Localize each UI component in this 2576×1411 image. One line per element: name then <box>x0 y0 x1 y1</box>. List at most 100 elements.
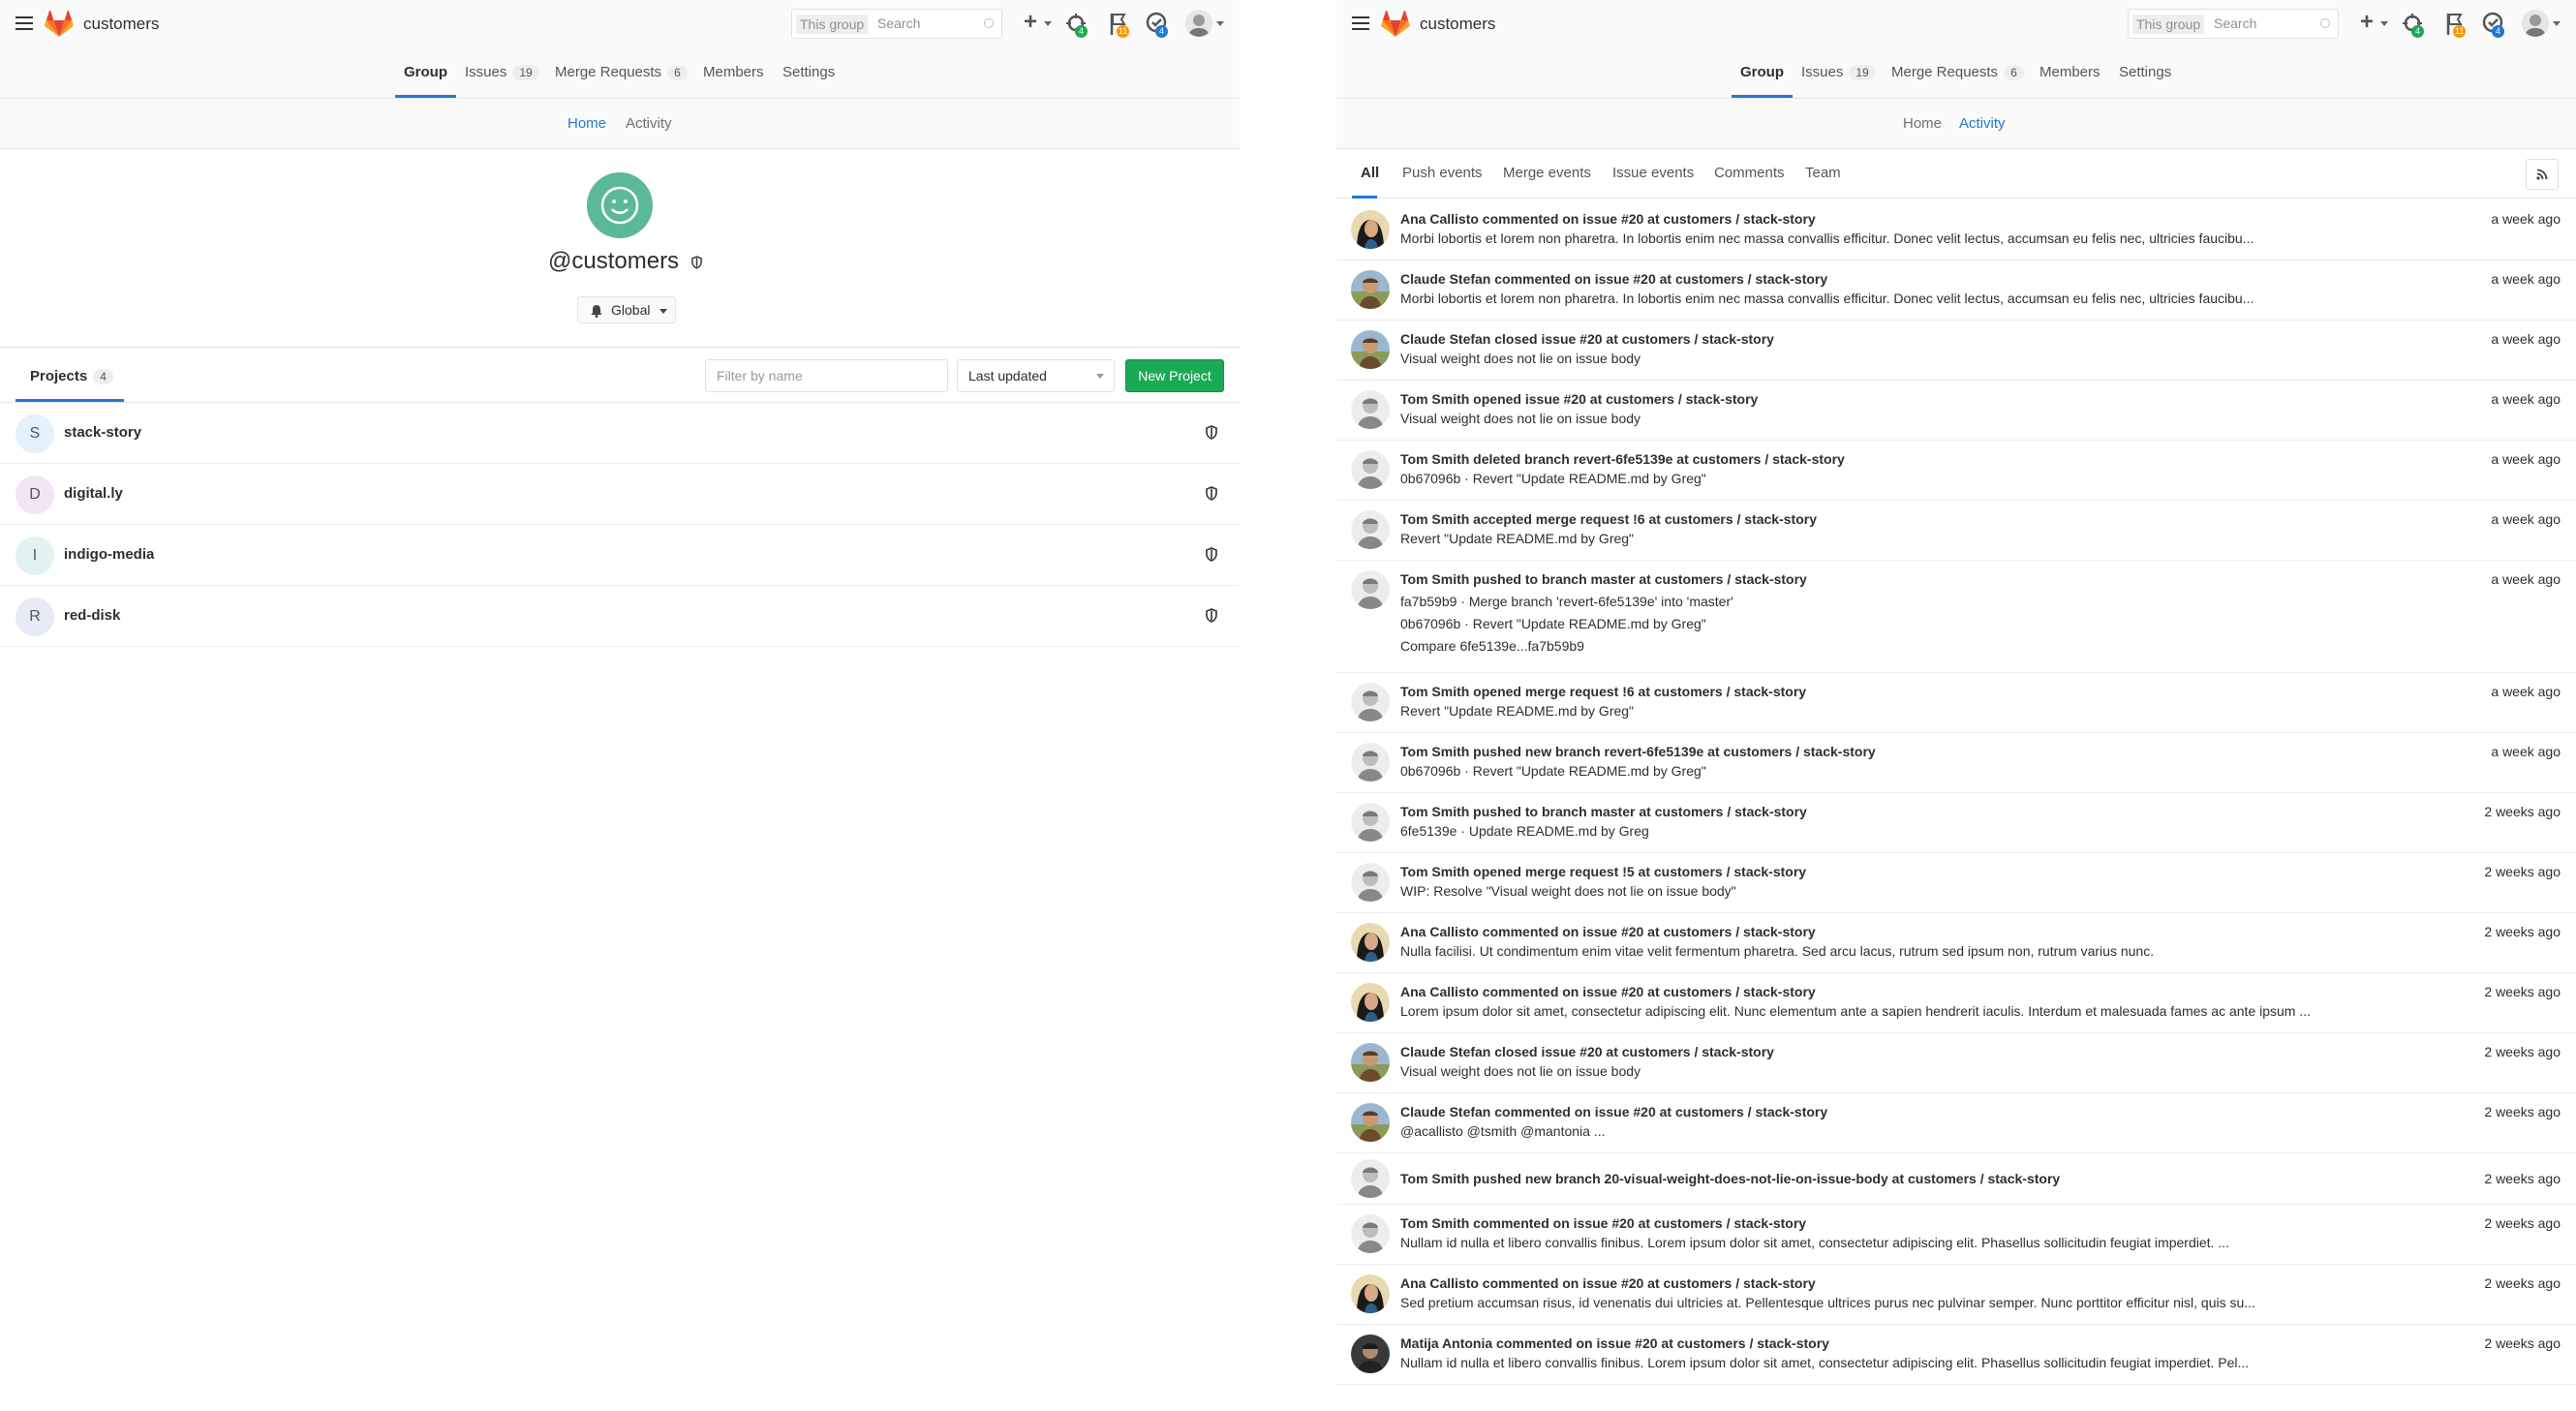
menu-icon[interactable] <box>15 16 33 32</box>
filter-tab-all[interactable]: All <box>1361 165 1379 181</box>
author-avatar[interactable] <box>1351 743 1390 782</box>
tab-settings[interactable]: Settings <box>2119 64 2171 80</box>
project-row[interactable]: S stack-story <box>0 403 1240 464</box>
author-avatar[interactable] <box>1351 210 1390 249</box>
tab-settings[interactable]: Settings <box>782 64 835 80</box>
event-detail[interactable]: WIP: Resolve "Visual weight does not lie… <box>1400 883 1736 899</box>
tab-group[interactable]: Group <box>1740 64 1784 80</box>
tab-merge-requests[interactable]: Merge Requests 6 <box>555 64 688 80</box>
event-title[interactable]: Tom Smith pushed to branch master at cus… <box>1400 571 1807 587</box>
author-avatar[interactable] <box>1351 923 1390 962</box>
event-detail[interactable]: 6fe5139e · Update README.md by Greg <box>1400 823 1649 839</box>
event-title[interactable]: Tom Smith opened merge request !6 at cus… <box>1400 684 1806 699</box>
app-title[interactable]: customers <box>1420 15 1495 34</box>
search-input[interactable]: This group Search <box>2128 9 2339 39</box>
event-title[interactable]: Tom Smith accepted merge request !6 at c… <box>1400 511 1817 527</box>
event-detail[interactable]: Nullam id nulla et libero convallis fini… <box>1400 1235 2229 1250</box>
rss-feed-button[interactable] <box>2526 159 2559 190</box>
event-detail[interactable]: 0b67096b · Revert "Update README.md by G… <box>1400 763 1706 779</box>
menu-icon[interactable] <box>1352 16 1369 32</box>
event-detail[interactable]: Visual weight does not lie on issue body <box>1400 411 1641 426</box>
event-title[interactable]: Tom Smith opened issue #20 at customers … <box>1400 391 1758 407</box>
event-detail[interactable]: Revert "Update README.md by Greg" <box>1400 703 1634 719</box>
user-avatar[interactable] <box>1185 10 1212 37</box>
tab-members[interactable]: Members <box>2039 64 2101 80</box>
search-input[interactable]: This group Search <box>791 9 1002 39</box>
event-detail[interactable]: Morbi lobortis et lorem non pharetra. In… <box>1400 230 2254 246</box>
filter-tab-merge-events[interactable]: Merge events <box>1503 165 1591 181</box>
filter-tab-team[interactable]: Team <box>1805 165 1841 181</box>
filter-tab-comments[interactable]: Comments <box>1714 165 1785 181</box>
author-avatar[interactable] <box>1351 510 1390 549</box>
event-detail[interactable]: 0b67096b · Revert "Update README.md by G… <box>1400 616 1706 631</box>
event-title[interactable]: Ana Callisto commented on issue #20 at c… <box>1400 924 1816 939</box>
subtab-activity[interactable]: Activity <box>626 115 672 132</box>
event-title[interactable]: Tom Smith deleted branch revert-6fe5139e… <box>1400 451 1845 467</box>
author-avatar[interactable] <box>1351 983 1390 1022</box>
subtab-activity[interactable]: Activity <box>1959 115 2006 132</box>
gitlab-logo-icon[interactable] <box>45 11 74 38</box>
user-menu-chevron-icon[interactable] <box>2553 21 2561 26</box>
chevron-down-icon[interactable] <box>1044 21 1052 26</box>
project-row[interactable]: D digital.ly <box>0 464 1240 525</box>
event-title[interactable]: Claude Stefan closed issue #20 at custom… <box>1400 331 1774 347</box>
event-title[interactable]: Ana Callisto commented on issue #20 at c… <box>1400 211 1816 227</box>
event-detail[interactable]: Sed pretium accumsan risus, id venenatis… <box>1400 1295 2255 1310</box>
sort-dropdown[interactable]: Last updated <box>957 359 1115 392</box>
event-detail[interactable]: Visual weight does not lie on issue body <box>1400 1063 1641 1079</box>
user-menu-chevron-icon[interactable] <box>1216 21 1224 26</box>
event-title[interactable]: Tom Smith opened merge request !5 at cus… <box>1400 864 1806 879</box>
author-avatar[interactable] <box>1351 330 1390 369</box>
event-title[interactable]: Tom Smith pushed new branch 20-visual-we… <box>1400 1171 2060 1186</box>
projects-tab[interactable]: Projects 4 <box>30 368 113 384</box>
event-title[interactable]: Claude Stefan commented on issue #20 at … <box>1400 1104 1827 1120</box>
tab-issues[interactable]: Issues 19 <box>1801 64 1876 80</box>
tab-merge-requests[interactable]: Merge Requests 6 <box>1891 64 2024 80</box>
new-item-plus-icon[interactable]: + <box>1024 10 1037 35</box>
author-avatar[interactable] <box>1351 1274 1390 1313</box>
author-avatar[interactable] <box>1351 1159 1390 1198</box>
author-avatar[interactable] <box>1351 1214 1390 1253</box>
project-name[interactable]: digital.ly <box>64 485 123 502</box>
subtab-home[interactable]: Home <box>1903 115 1942 132</box>
event-detail[interactable]: Lorem ipsum dolor sit amet, consectetur … <box>1400 1003 2311 1019</box>
author-avatar[interactable] <box>1351 1334 1390 1373</box>
tab-members[interactable]: Members <box>703 64 764 80</box>
event-title[interactable]: Claude Stefan closed issue #20 at custom… <box>1400 1044 1774 1059</box>
gitlab-logo-icon[interactable] <box>1381 11 1410 38</box>
event-title[interactable]: Tom Smith pushed new branch revert-6fe51… <box>1400 744 1876 759</box>
project-name[interactable]: indigo-media <box>64 546 154 563</box>
author-avatar[interactable] <box>1351 1103 1390 1142</box>
event-detail[interactable]: 0b67096b · Revert "Update README.md by G… <box>1400 471 1706 486</box>
chevron-down-icon[interactable] <box>2380 21 2388 26</box>
event-detail[interactable]: Nullam id nulla et libero convallis fini… <box>1400 1355 2249 1370</box>
author-avatar[interactable] <box>1351 683 1390 721</box>
event-title[interactable]: Ana Callisto commented on issue #20 at c… <box>1400 1275 1816 1291</box>
tab-group[interactable]: Group <box>404 64 447 80</box>
author-avatar[interactable] <box>1351 803 1390 842</box>
event-detail[interactable]: Morbi lobortis et lorem non pharetra. In… <box>1400 291 2254 306</box>
subtab-home[interactable]: Home <box>567 115 606 132</box>
user-avatar[interactable] <box>2522 10 2549 37</box>
project-name[interactable]: red-disk <box>64 607 120 624</box>
author-avatar[interactable] <box>1351 390 1390 429</box>
project-row[interactable]: R red-disk <box>0 586 1240 647</box>
event-detail[interactable]: Compare 6fe5139e...fa7b59b9 <box>1400 638 1584 654</box>
filter-tab-push-events[interactable]: Push events <box>1402 165 1483 181</box>
event-detail[interactable]: Visual weight does not lie on issue body <box>1400 351 1641 366</box>
event-title[interactable]: Ana Callisto commented on issue #20 at c… <box>1400 984 1816 999</box>
project-row[interactable]: I indigo-media <box>0 525 1240 586</box>
author-avatar[interactable] <box>1351 570 1390 609</box>
notification-dropdown[interactable]: Global <box>577 296 676 323</box>
event-title[interactable]: Tom Smith commented on issue #20 at cust… <box>1400 1215 1806 1231</box>
author-avatar[interactable] <box>1351 1043 1390 1082</box>
filter-tab-issue-events[interactable]: Issue events <box>1612 165 1694 181</box>
project-name[interactable]: stack-story <box>64 424 141 441</box>
author-avatar[interactable] <box>1351 450 1390 489</box>
event-title[interactable]: Tom Smith pushed to branch master at cus… <box>1400 804 1807 819</box>
app-title[interactable]: customers <box>83 15 159 34</box>
event-title[interactable]: Matija Antonia commented on issue #20 at… <box>1400 1335 1829 1351</box>
author-avatar[interactable] <box>1351 270 1390 309</box>
event-detail[interactable]: Nulla facilisi. Ut condimentum enim vita… <box>1400 943 2154 959</box>
author-avatar[interactable] <box>1351 863 1390 902</box>
